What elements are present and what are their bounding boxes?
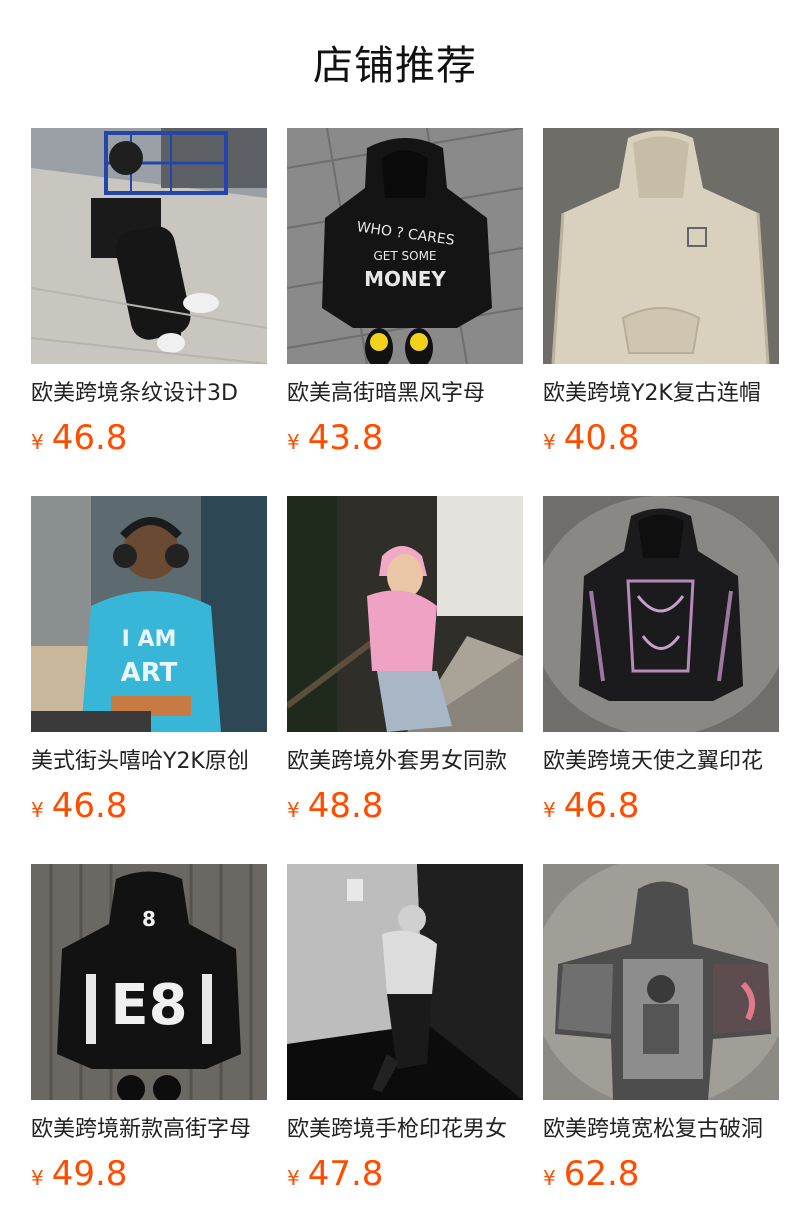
product-price: ¥62.8 [543, 1152, 639, 1196]
currency-symbol: ¥ [287, 430, 300, 454]
currency-symbol: ¥ [543, 1166, 556, 1190]
svg-text:GET SOME: GET SOME [373, 249, 436, 263]
product-image[interactable] [543, 128, 779, 364]
currency-symbol: ¥ [543, 798, 556, 822]
product-card[interactable]: 8 E8 欧美跨境新款高街字母 ¥49.8 [31, 864, 267, 1204]
svg-text:MONEY: MONEY [364, 267, 446, 291]
currency-symbol: ¥ [31, 430, 44, 454]
price-amount: 49.8 [51, 1154, 128, 1194]
product-card[interactable]: WHO ? CARES GET SOME MONEY 欧美高街暗黑风字母 ¥43… [287, 128, 523, 468]
product-card[interactable]: I AM ART 美式街头嘻哈Y2K原创 ¥46.8 [31, 496, 267, 836]
product-price: ¥40.8 [543, 416, 639, 460]
product-name[interactable]: 美式街头嘻哈Y2K原创 [31, 746, 267, 778]
price-amount: 46.8 [51, 418, 128, 458]
price-amount: 40.8 [563, 418, 640, 458]
price-amount: 46.8 [563, 786, 640, 826]
product-price: ¥43.8 [287, 416, 383, 460]
product-price: ¥49.8 [31, 1152, 127, 1196]
svg-text:I AM: I AM [122, 627, 177, 652]
product-image[interactable] [543, 864, 779, 1100]
product-card[interactable]: 欧美跨境Y2K复古连帽 ¥40.8 [543, 128, 779, 468]
svg-text:E8: E8 [110, 973, 187, 1038]
currency-symbol: ¥ [31, 798, 44, 822]
product-name[interactable]: 欧美跨境宽松复古破洞 [543, 1114, 779, 1146]
product-price: ¥46.8 [31, 416, 127, 460]
svg-text:ART: ART [121, 658, 178, 688]
product-image[interactable]: I AM ART [31, 496, 267, 732]
product-image[interactable] [287, 864, 523, 1100]
currency-symbol: ¥ [287, 1166, 300, 1190]
price-amount: 48.8 [307, 786, 384, 826]
product-price: ¥48.8 [287, 784, 383, 828]
product-card[interactable]: 欧美跨境外套男女同款 ¥48.8 [287, 496, 523, 836]
product-card[interactable]: 欧美跨境宽松复古破洞 ¥62.8 [543, 864, 779, 1204]
price-amount: 47.8 [307, 1154, 384, 1194]
price-amount: 62.8 [563, 1154, 640, 1194]
product-name[interactable]: 欧美跨境手枪印花男女 [287, 1114, 523, 1146]
product-card[interactable]: 欧美跨境手枪印花男女 ¥47.8 [287, 864, 523, 1204]
product-card[interactable]: 欧美跨境天使之翼印花 ¥46.8 [543, 496, 779, 836]
product-name[interactable]: 欧美高街暗黑风字母 [287, 378, 523, 410]
svg-text:8: 8 [142, 907, 156, 931]
product-image[interactable]: WHO ? CARES GET SOME MONEY [287, 128, 523, 364]
price-amount: 43.8 [307, 418, 384, 458]
product-name[interactable]: 欧美跨境Y2K复古连帽 [543, 378, 779, 410]
product-image[interactable]: 8 E8 [31, 864, 267, 1100]
section-title: 店铺推荐 [313, 43, 477, 89]
product-image[interactable] [31, 128, 267, 364]
price-amount: 46.8 [51, 786, 128, 826]
currency-symbol: ¥ [287, 798, 300, 822]
product-price: ¥46.8 [31, 784, 127, 828]
product-name[interactable]: 欧美跨境条纹设计3D [31, 378, 267, 410]
product-image[interactable] [287, 496, 523, 732]
product-name[interactable]: 欧美跨境外套男女同款 [287, 746, 523, 778]
product-price: ¥46.8 [543, 784, 639, 828]
product-name[interactable]: 欧美跨境新款高街字母 [31, 1114, 267, 1146]
product-image[interactable] [543, 496, 779, 732]
currency-symbol: ¥ [543, 430, 556, 454]
product-name[interactable]: 欧美跨境天使之翼印花 [543, 746, 779, 778]
product-card[interactable]: 欧美跨境条纹设计3D ¥46.8 [31, 128, 267, 468]
product-price: ¥47.8 [287, 1152, 383, 1196]
currency-symbol: ¥ [31, 1166, 44, 1190]
